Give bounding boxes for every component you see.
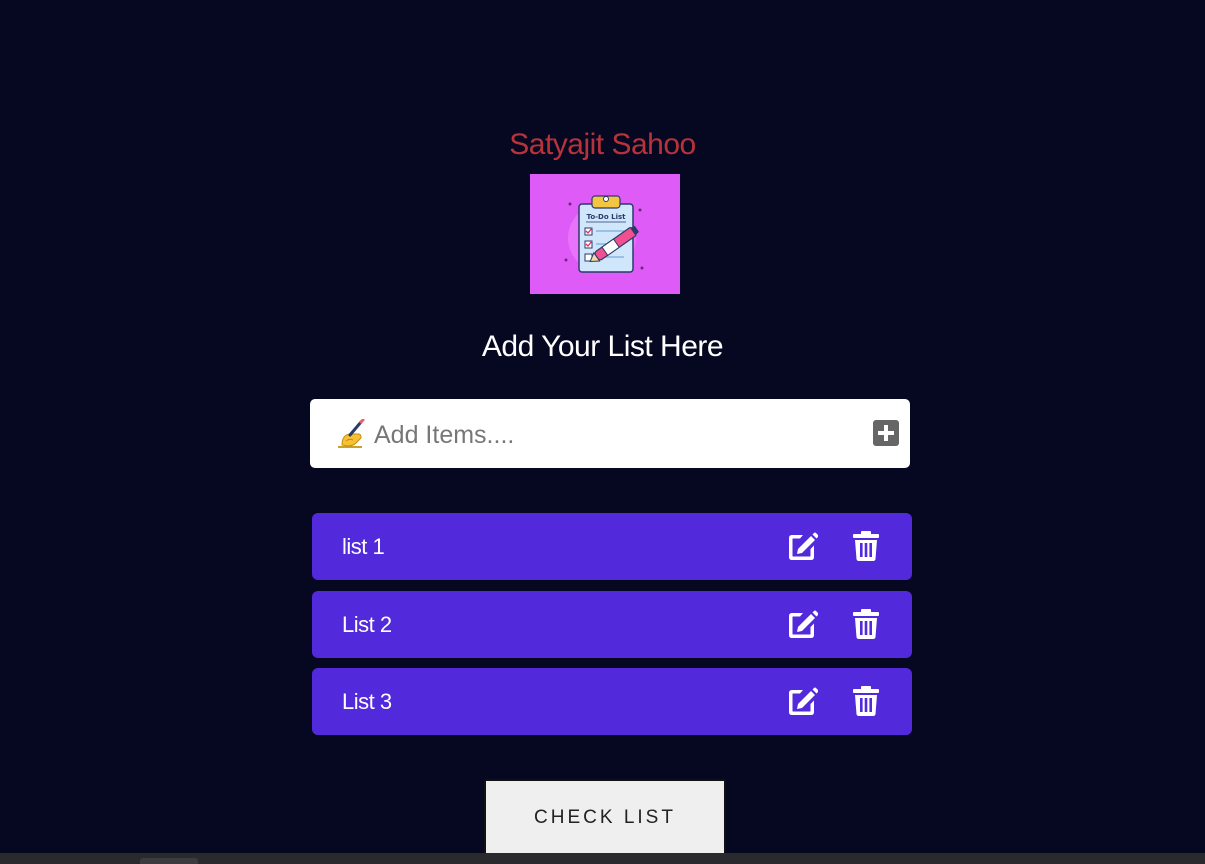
list-item: List 3 — [312, 668, 912, 735]
edit-button[interactable] — [786, 609, 819, 641]
add-item-bar — [310, 399, 910, 468]
list-item-label: list 1 — [342, 534, 385, 559]
add-item-button[interactable] — [873, 420, 899, 446]
plus-square-icon — [878, 425, 894, 441]
edit-icon — [789, 687, 819, 715]
logo-caption: To-Do List — [587, 213, 627, 221]
bottom-taskbar-tab[interactable] — [140, 858, 198, 864]
todo-logo-image: To-Do List — [530, 174, 680, 294]
section-title: Add Your List Here — [481, 330, 724, 363]
edit-button[interactable] — [786, 686, 819, 718]
edit-button[interactable] — [786, 531, 819, 563]
delete-button[interactable] — [852, 608, 880, 640]
trash-icon — [853, 686, 879, 716]
trash-icon — [853, 531, 879, 561]
delete-button[interactable] — [852, 530, 880, 562]
list-item: List 2 — [312, 591, 912, 658]
edit-icon — [789, 532, 819, 560]
list-item: list 1 — [312, 513, 912, 580]
writing-hand-icon — [336, 418, 368, 451]
check-list-button[interactable]: CHECK LIST — [484, 779, 726, 857]
add-item-input[interactable] — [372, 413, 856, 457]
edit-icon — [789, 610, 819, 638]
trash-icon — [853, 609, 879, 639]
list-item-label: List 3 — [342, 689, 392, 714]
author-name: Satyajit Sahoo — [509, 128, 696, 161]
delete-button[interactable] — [852, 685, 880, 717]
page: Satyajit Sahoo To-Do List Add Your List … — [0, 0, 1205, 864]
list-item-label: List 2 — [342, 612, 392, 637]
